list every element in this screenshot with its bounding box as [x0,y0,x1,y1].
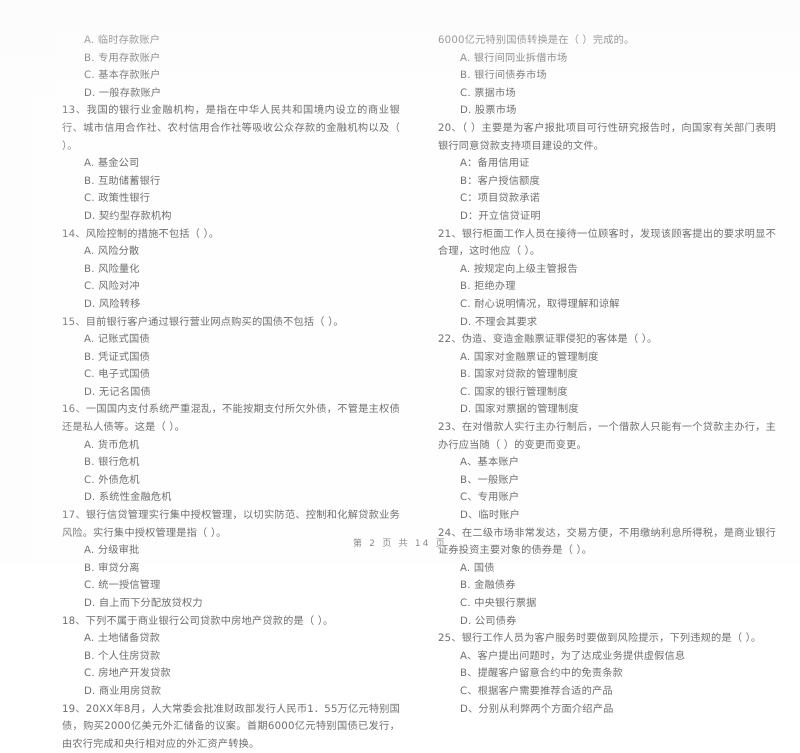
option-item: A：备用信用证 [460,158,530,170]
option-item: A. 基金公司 [84,158,140,170]
page-footer: 第 2 页 共 14 页 [0,536,800,549]
option-item: D. 公司债券 [460,615,517,627]
option-item: C. 电子式国债 [84,369,151,381]
option-item: D. 商业用房贷款 [84,685,162,697]
option-item: C. 基本存款账户 [84,70,161,82]
question-stem: 21、银行柜面工作人员在接待一位顾客时，发现该顾客提出的要求明显不合理，这时他应… [438,228,776,258]
question-stem: 19、20XX年8月，人大常委会批准财政部发行人民币1．55万亿元特别国债，购买… [62,703,400,750]
question-stem: 15、目前银行客户通过银行营业网点购买的国债不包括（ ）。 [62,316,344,328]
option-item: B、提醒客户留意合约中的免责条款 [460,668,623,680]
option-item: B. 个人住房贷款 [84,650,161,662]
option-item: C：项目贷款承诺 [460,193,541,205]
option-item: A. 银行间同业拆借市场 [460,52,568,64]
option-item: D. 契约型存款机构 [84,210,172,222]
option-item: D. 风险转移 [84,298,141,310]
option-item: B. 审贷分离 [84,562,140,574]
option-item: C. 风险对冲 [84,281,140,293]
option-item: A、基本账户 [460,457,520,469]
option-item: B：客户授信额度 [460,175,540,187]
option-item: B、一般账户 [460,474,520,486]
option-item: A. 风险分散 [84,246,140,258]
question-stem: 14、风险控制的措施不包括（ ）。 [62,228,220,240]
option-item: B. 银行危机 [84,457,140,469]
question-stem: 22、伪造、变造金融票证罪侵犯的客体是（ ）。 [438,334,658,346]
left-column: A. 临时存款账户 B. 专用存款账户 C. 基本存款账户 D. 一般存款账户 … [62,0,400,753]
option-item: B. 凭证式国债 [84,351,151,363]
option-item: C. 房地产开发贷款 [84,668,171,680]
option-item: C. 票据市场 [460,87,516,99]
option-item: C. 中央银行票据 [460,598,537,609]
exam-page: A. 临时存款账户 B. 专用存款账户 C. 基本存款账户 D. 一般存款账户 … [0,0,800,750]
option-item: D. 无记名国债 [84,386,151,398]
option-item: C. 统一授信管理 [84,580,161,592]
option-item: A、客户提出问题时，为了达成业务提供虚假信息 [460,650,686,662]
option-item: A. 临时存款账户 [84,35,161,46]
option-item: C、专用账户 [460,492,520,504]
right-column: 6000亿元特别国债转换是在（ ）完成的。 A. 银行间同业拆借市场 B. 银行… [438,0,776,718]
option-item: A. 按规定向上级主管报告 [460,263,578,275]
option-item: D. 系统性金融危机 [84,492,172,504]
option-item: D. 一般存款账户 [84,87,162,99]
option-item: A. 货币危机 [84,439,140,451]
question-stem: 25、银行工作人员为客户服务时要做到风险提示，下列违规的是（ ）。 [438,633,762,645]
question-stem-continuation: 6000亿元特别国债转换是在（ ）完成的。 [438,35,635,46]
option-item: B. 专用存款账户 [84,52,161,64]
option-item: B. 国家对贷款的管理制度 [460,369,578,381]
option-item: A. 土地储备贷款 [84,633,161,645]
option-item: C. 耐心说明情况，取得理解和谅解 [460,298,620,310]
option-item: D. 不理会其要求 [460,316,538,328]
page-number-text: 第 2 页 共 14 页 [353,539,447,549]
option-item: D、分别从利弊两个方面介绍产品 [460,703,614,715]
option-item: A. 国债 [460,562,495,574]
option-item: A. 记账式国债 [84,334,150,346]
question-stem: 13、我国的银行业金融机构，是指在中华人民共和国境内设立的商业银行、城市信用合作… [62,105,400,152]
question-stem: 16、一国国内支付系统严重混乱，不能按期支付所欠外债，不管是主权债还是私人债等。… [62,404,400,434]
option-item: B. 金融债券 [460,580,516,592]
option-item: D. 自上而下分配放贷权力 [84,598,203,609]
option-item: B. 互助储蓄银行 [84,175,161,187]
option-item: C. 国家的银行管理制度 [460,386,568,398]
option-item: D、临时账户 [460,510,520,522]
question-stem: 18、下列不属于商业银行公司贷款中房地产贷款的是（ ）。 [62,615,334,627]
question-stem: 23、在对借款人实行主办行制后，一个借款人只能有一个贷款主办行，主办行应当随（ … [438,422,776,451]
option-item: B. 风险量化 [84,263,140,275]
option-item: B. 银行间债券市场 [460,70,547,82]
option-item: A. 国家对金融票证的管理制度 [460,351,599,363]
option-item: C. 外债危机 [84,474,140,486]
option-item: D. 股票市场 [460,105,517,117]
option-item: D. 国家对票据的管理制度 [460,404,579,416]
two-column-body: A. 临时存款账户 B. 专用存款账户 C. 基本存款账户 D. 一般存款账户 … [0,0,800,750]
option-item: D：开立信贷证明 [460,210,541,222]
option-item: C. 政策性银行 [84,193,151,205]
question-stem: 20、（ ）主要是为客户报批项目可行性研究报告时，向国家有关部门表明银行同意贷款… [438,122,776,152]
option-item: C、根据客户需要推荐合适的产品 [460,685,613,697]
option-item: B. 拒绝办理 [460,281,516,293]
